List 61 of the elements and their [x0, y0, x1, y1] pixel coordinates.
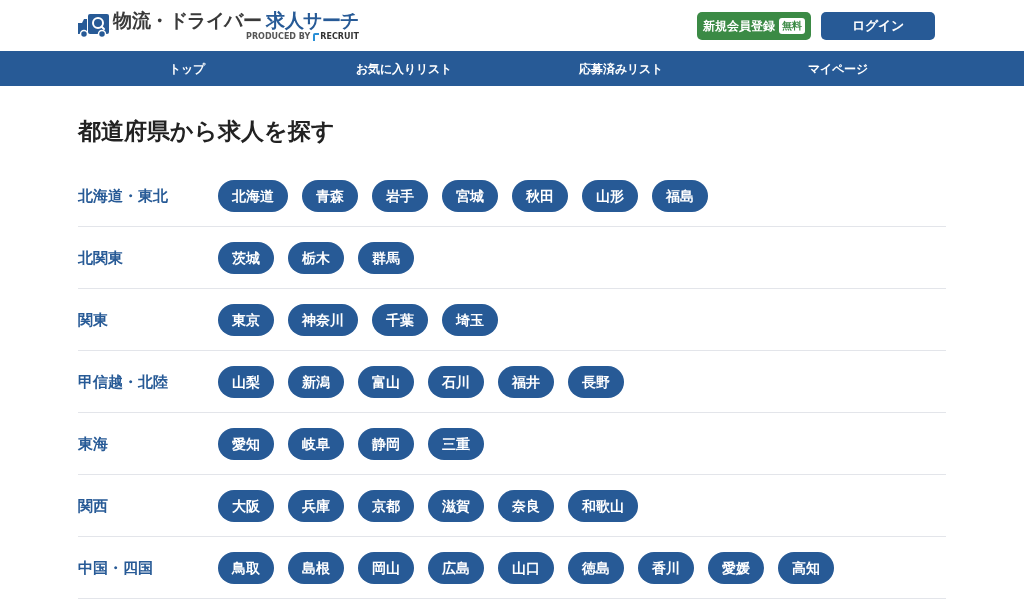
prefecture-button[interactable]: 徳島	[568, 551, 624, 584]
prefecture-button[interactable]: 宮城	[442, 179, 498, 212]
prefecture-button[interactable]: 福井	[498, 365, 554, 398]
prefecture-button[interactable]: 岐阜	[288, 427, 344, 460]
prefecture-button[interactable]: 東京	[218, 303, 274, 336]
prefecture-button[interactable]: 青森	[302, 179, 358, 212]
region-label: 北関東	[78, 248, 123, 267]
logo-subtitle: 求人サーチ	[266, 11, 359, 30]
prefecture-button[interactable]: 山口	[498, 551, 554, 584]
brand-text: RECRUIT	[320, 33, 359, 41]
prefecture-button[interactable]: 群馬	[358, 241, 414, 274]
prefecture-button[interactable]: 秋田	[512, 179, 568, 212]
prefecture-button[interactable]: 栃木	[288, 241, 344, 274]
region-label: 東海	[78, 434, 108, 453]
logo-title: 物流・ドライバー	[113, 11, 262, 30]
free-badge: 無料	[779, 17, 805, 34]
prefecture-button[interactable]: 長野	[568, 365, 624, 398]
prefecture-button[interactable]: 山梨	[218, 365, 274, 398]
prefecture-button[interactable]: 静岡	[358, 427, 414, 460]
prefecture-button[interactable]: 石川	[428, 365, 484, 398]
region-label: 中国・四国	[78, 558, 153, 577]
prefecture-button[interactable]: 茨城	[218, 241, 274, 274]
page-heading: 都道府県から求人を探す	[78, 117, 335, 146]
prefecture-button[interactable]: 広島	[428, 551, 484, 584]
region-label: 関東	[78, 310, 108, 329]
prefecture-button[interactable]: 山形	[582, 179, 638, 212]
prefecture-button[interactable]: 京都	[358, 489, 414, 522]
truck-search-icon	[78, 14, 109, 38]
prefecture-button[interactable]: 兵庫	[288, 489, 344, 522]
prefecture-button[interactable]: 北海道	[218, 179, 288, 212]
nav-link[interactable]: トップ	[168, 59, 205, 78]
nav-link[interactable]: マイページ	[807, 59, 868, 78]
prefecture-button[interactable]: 大阪	[218, 489, 274, 522]
prefecture-button[interactable]: 新潟	[288, 365, 344, 398]
prefecture-button[interactable]: 愛知	[218, 427, 274, 460]
prefecture-button[interactable]: 島根	[288, 551, 344, 584]
prefecture-button[interactable]: 埼玉	[442, 303, 498, 336]
region-label: 北海道・東北	[78, 186, 168, 205]
prefecture-button[interactable]: 岡山	[358, 551, 414, 584]
nav-link[interactable]: お気に入りリスト	[355, 59, 452, 78]
prefecture-button[interactable]: 三重	[428, 427, 484, 460]
prefecture-button[interactable]: 香川	[638, 551, 694, 584]
prefecture-button[interactable]: 神奈川	[288, 303, 358, 336]
region-label: 甲信越・北陸	[78, 372, 168, 391]
prefecture-button[interactable]: 富山	[358, 365, 414, 398]
prefecture-button[interactable]: 高知	[778, 551, 834, 584]
prefecture-button[interactable]: 福島	[652, 179, 708, 212]
produced-by-text: PRODUCED BY	[246, 33, 311, 41]
prefecture-button[interactable]: 愛媛	[708, 551, 764, 584]
register-button[interactable]: 新規会員登録 無料	[697, 11, 811, 40]
prefecture-button[interactable]: 岩手	[372, 179, 428, 212]
login-button[interactable]: ログイン	[821, 11, 935, 40]
prefecture-button[interactable]: 鳥取	[218, 551, 274, 584]
prefecture-button[interactable]: 滋賀	[428, 489, 484, 522]
nav-link[interactable]: 応募済みリスト	[578, 59, 663, 78]
prefecture-button[interactable]: 千葉	[372, 303, 428, 336]
prefecture-button[interactable]: 和歌山	[568, 489, 638, 522]
register-label: 新規会員登録	[703, 17, 775, 35]
prefecture-button[interactable]: 奈良	[498, 489, 554, 522]
brand-mark-icon	[313, 33, 320, 41]
region-label: 関西	[78, 496, 108, 515]
